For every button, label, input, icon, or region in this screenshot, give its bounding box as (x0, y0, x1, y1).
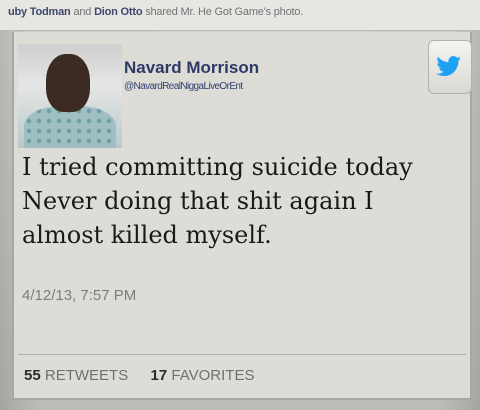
shared-by-line: uby Todman and Dion Otto shared Mr. He G… (8, 6, 303, 18)
retweets-count[interactable]: 55 (24, 367, 41, 384)
tweet-text-line: Never doing that shit again I (22, 187, 374, 215)
photo-of-screen: uby Todman and Dion Otto shared Mr. He G… (0, 0, 480, 410)
divider (18, 354, 466, 355)
sharer-name-1[interactable]: uby Todman (8, 6, 71, 18)
user-handle[interactable]: @NavardRealNiggaLiveOrEnt (124, 81, 243, 92)
twitter-follow-button[interactable] (428, 40, 472, 94)
tweet-card: Navard Morrison @NavardRealNiggaLiveOrEn… (12, 32, 472, 400)
tweet-timestamp[interactable]: 4/12/13, 7:57 PM (22, 287, 136, 304)
twitter-bird-icon (436, 56, 461, 76)
tweet-text-line: almost killed myself. (22, 221, 272, 249)
tweet-text: I tried committing suicide today Never d… (22, 150, 468, 252)
sharer-name-2[interactable]: Dion Otto (94, 6, 142, 18)
and-text: and (73, 6, 92, 18)
favorites-label[interactable]: FAVORITES (171, 367, 254, 384)
tweet-text-line: I tried committing suicide today (22, 153, 413, 181)
display-name[interactable]: Navard Morrison (124, 58, 259, 78)
favorites-count[interactable]: 17 (151, 367, 168, 384)
share-action-text: shared Mr. He Got Game's photo. (145, 6, 304, 18)
retweets-label[interactable]: RETWEETS (45, 367, 128, 384)
tweet-stats: 55 RETWEETS 17 FAVORITES (24, 367, 254, 384)
share-header: uby Todman and Dion Otto shared Mr. He G… (0, 0, 480, 31)
avatar[interactable] (18, 44, 122, 148)
